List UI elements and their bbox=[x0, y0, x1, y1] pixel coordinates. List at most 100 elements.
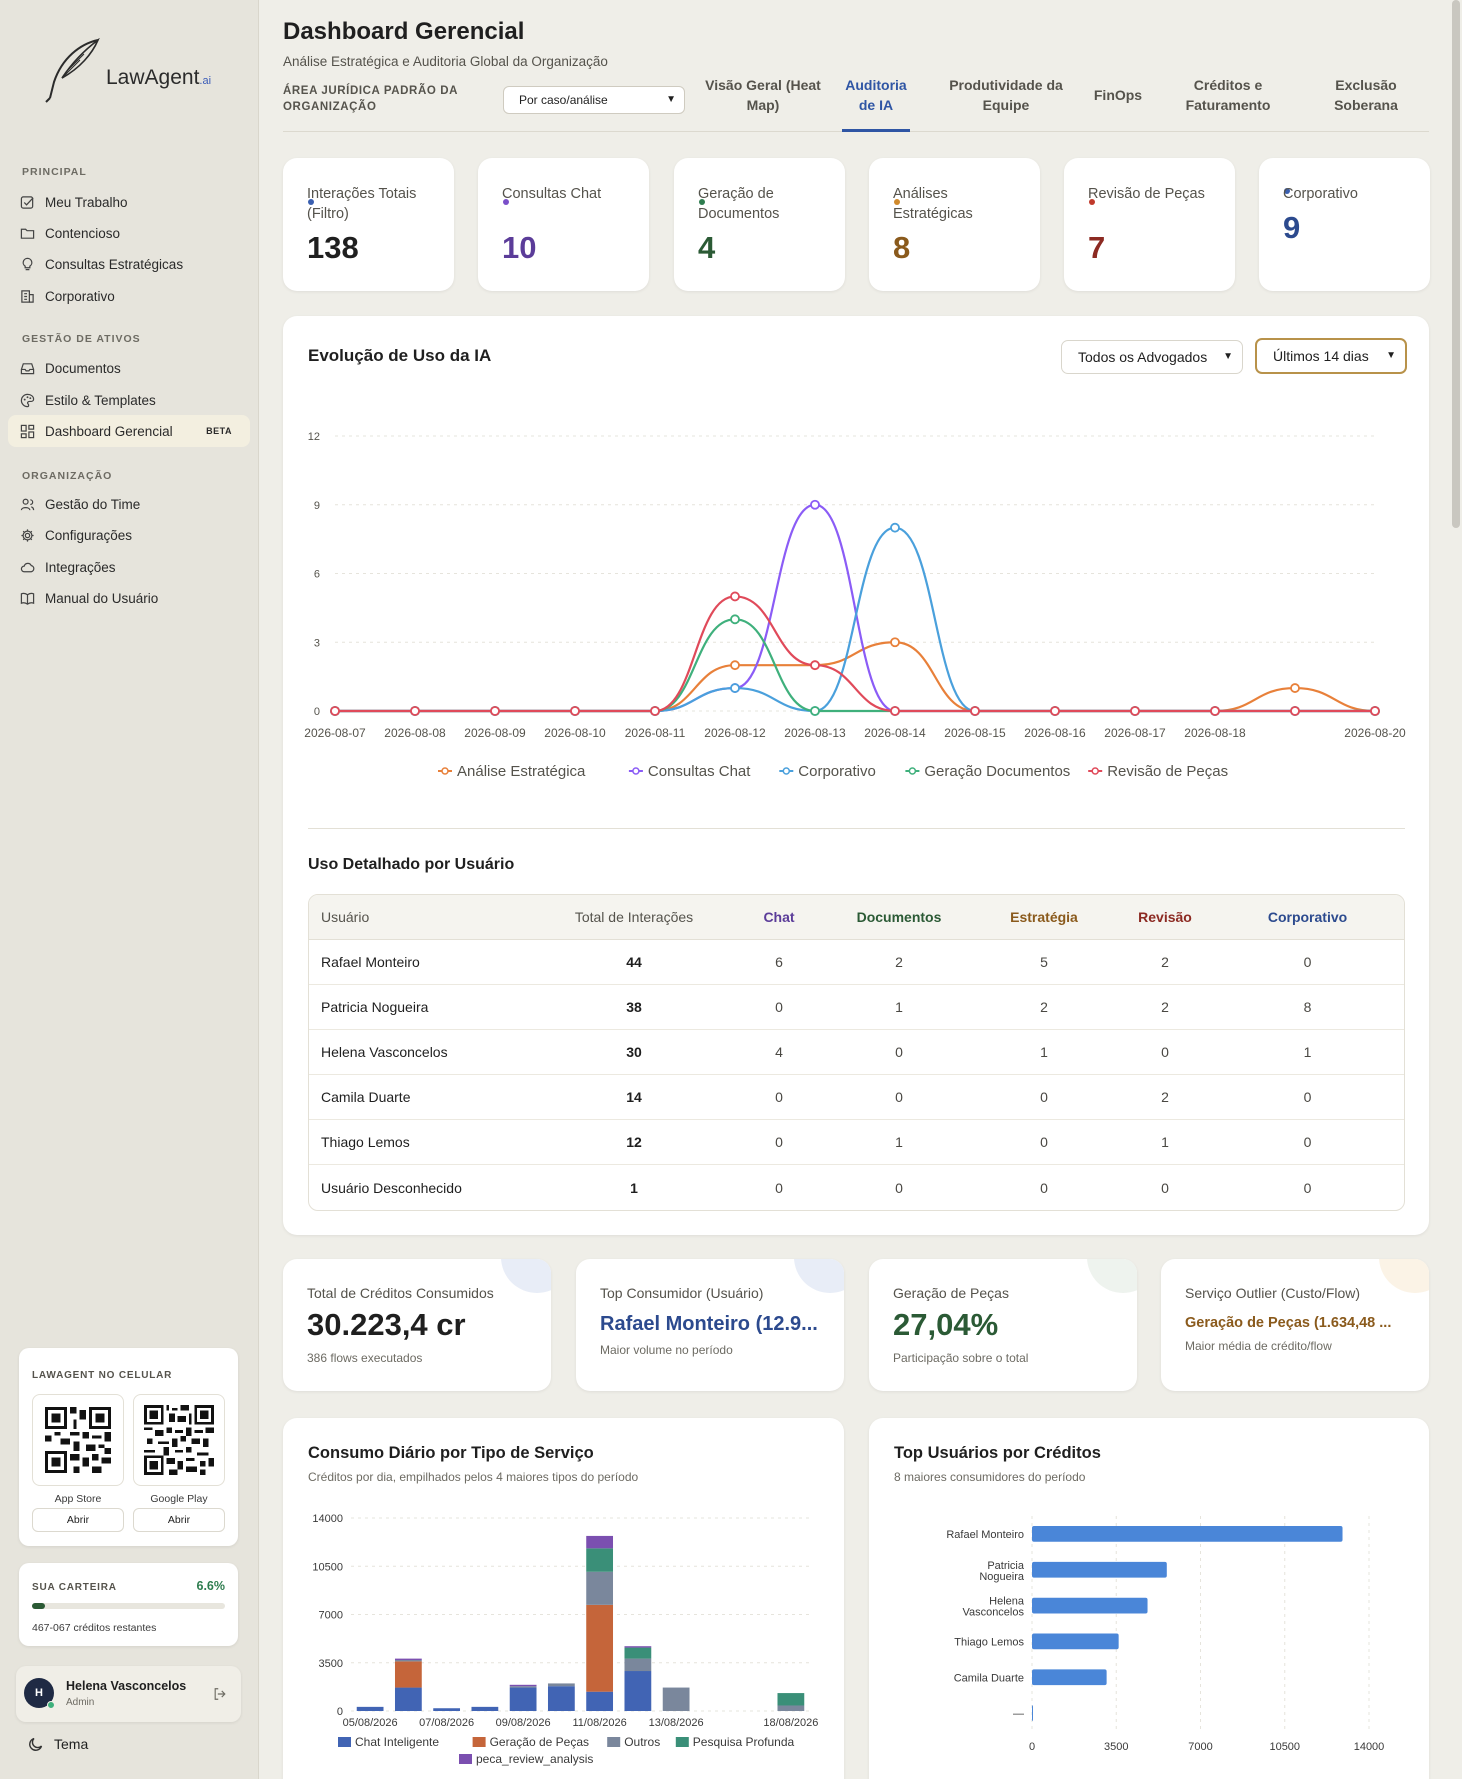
sidebar-item-label: Estilo & Templates bbox=[45, 392, 156, 408]
sidebar-item-consultas-estrategicas[interactable]: Consultas Estratégicas bbox=[8, 248, 250, 280]
data-point bbox=[1050, 706, 1060, 716]
column-header[interactable]: Documentos bbox=[829, 895, 969, 940]
bar-segment bbox=[777, 1693, 805, 1706]
sidebar-item-label: Corporativo bbox=[45, 288, 115, 304]
sidebar-item-label: Consultas Estratégicas bbox=[45, 256, 184, 272]
x-tick-label: 2026-08-10 bbox=[544, 726, 606, 740]
table-cell: 1 bbox=[829, 1120, 969, 1165]
column-header[interactable]: Chat bbox=[729, 895, 829, 940]
stat-sub: Maior volume no período bbox=[600, 1343, 733, 1357]
user-name-cell: Patricia Nogueira bbox=[309, 985, 539, 1030]
lawyer-filter-select[interactable]: Todos os Advogados ▼ bbox=[1061, 340, 1243, 374]
x-tick-label: 2026-08-17 bbox=[1104, 726, 1166, 740]
sidebar-item-label: Documentos bbox=[45, 360, 121, 376]
bar bbox=[1032, 1597, 1148, 1614]
table-row[interactable]: Thiago Lemos 12 0 1 0 1 0 bbox=[309, 1120, 1404, 1165]
book-icon bbox=[20, 592, 35, 605]
area-label: ÁREA JURÍDICA PADRÃO DA ORGANIZAÇÃO bbox=[283, 85, 458, 113]
table-cell: 12 bbox=[539, 1120, 729, 1165]
sidebar-item-meu-trabalho[interactable]: Meu Trabalho bbox=[8, 186, 250, 218]
tab-exclusao-soberana[interactable]: Exclusão Soberana bbox=[1311, 75, 1421, 115]
column-header[interactable]: Estratégia bbox=[969, 895, 1119, 940]
active-tab-indicator bbox=[842, 129, 910, 132]
kpi-card-documentos: Geração de Documentos 4 bbox=[674, 158, 845, 291]
sidebar-item-configuracoes[interactable]: Configurações bbox=[8, 519, 250, 551]
lawyer-filter-value: Todos os Advogados bbox=[1078, 349, 1208, 365]
table-cell: 0 bbox=[969, 1075, 1119, 1120]
column-header[interactable]: Revisão bbox=[1119, 895, 1211, 940]
table-cell: 38 bbox=[539, 985, 729, 1030]
logout-icon[interactable] bbox=[213, 1687, 227, 1701]
table-row[interactable]: Patricia Nogueira 38 0 1 2 2 8 bbox=[309, 985, 1404, 1030]
x-tick-label: 14000 bbox=[1354, 1741, 1385, 1753]
sidebar-item-dashboard-gerencial[interactable]: Dashboard Gerencial BETA bbox=[8, 415, 250, 447]
logo[interactable]: LawAgent.ai bbox=[40, 38, 211, 104]
wallet-percent: 6.6% bbox=[196, 1579, 226, 1593]
kpi-card-corporativo: Corporativo 9 bbox=[1259, 158, 1430, 291]
sidebar-item-label: Contencioso bbox=[45, 225, 121, 241]
bar-segment bbox=[509, 1684, 537, 1687]
table-cell: 0 bbox=[1119, 1030, 1211, 1075]
table-row[interactable]: Camila Duarte 14 0 0 0 2 0 bbox=[309, 1075, 1404, 1120]
tab-visao-geral[interactable]: Visão Geral (Heat Map) bbox=[693, 75, 833, 115]
kpi-card-chat: Consultas Chat 10 bbox=[478, 158, 649, 291]
nav-section-gestao-de-ativos: GESTÃO DE ATIVOS bbox=[22, 333, 141, 345]
column-header[interactable]: Usuário bbox=[309, 895, 539, 940]
sidebar-item-label: Integrações bbox=[45, 559, 116, 575]
stat-card-top-consumer: Top Consumidor (Usuário) Rafael Monteiro… bbox=[576, 1259, 844, 1391]
brand-name: LawAgent.ai bbox=[106, 66, 212, 89]
bar-segment bbox=[586, 1604, 614, 1692]
bar-segment bbox=[394, 1687, 422, 1711]
table-header-row: Usuário Total de Interações Chat Documen… bbox=[309, 895, 1404, 940]
tab-produtividade-da-equipe[interactable]: Produtividade da Equipe bbox=[941, 75, 1071, 115]
legend-marker-dot bbox=[908, 767, 917, 775]
area-select-value: Por caso/análise bbox=[519, 93, 608, 107]
theme-toggle[interactable]: Tema bbox=[28, 1736, 88, 1752]
table-row[interactable]: Helena Vasconcelos 30 4 0 1 0 1 bbox=[309, 1030, 1404, 1075]
sidebar-item-label: Meu Trabalho bbox=[45, 194, 128, 210]
sidebar-item-integracoes[interactable]: Integrações bbox=[8, 551, 250, 583]
open-app-store-button[interactable]: Abrir bbox=[32, 1508, 124, 1532]
table-cell: 0 bbox=[1040, 1179, 1048, 1196]
wallet-progress-fill bbox=[32, 1603, 45, 1609]
sidebar-item-manual-do-usuario[interactable]: Manual do Usuário bbox=[8, 582, 250, 614]
sidebar-item-corporativo[interactable]: Corporativo bbox=[8, 280, 250, 312]
usage-line-chart: 0 3 6 9 12 2026-08-07 2026-08-08 2026-08-09 2026… bbox=[304, 431, 1406, 780]
data-point bbox=[970, 706, 980, 716]
series-line bbox=[335, 641, 1376, 713]
open-google-play-button[interactable]: Abrir bbox=[133, 1508, 225, 1532]
gear-icon bbox=[21, 528, 34, 542]
legend-swatch bbox=[607, 1737, 621, 1747]
page-scrollbar[interactable] bbox=[1452, 0, 1460, 528]
bar-segment bbox=[624, 1658, 652, 1672]
table-cell: 0 bbox=[1211, 1120, 1404, 1165]
mobile-app-card: LAWAGENT NO CELULAR App Store Google Pla… bbox=[19, 1348, 238, 1546]
user-card[interactable]: H Helena Vasconcelos Admin bbox=[16, 1666, 241, 1722]
stat-value: 30.223,4 cr bbox=[307, 1307, 466, 1342]
app-root: LawAgent.ai PRINCIPAL Meu Trabalho Conte… bbox=[0, 0, 1462, 1779]
sidebar-item-estilo-templates[interactable]: Estilo & Templates bbox=[8, 384, 250, 416]
kpi-value: 7 bbox=[1088, 230, 1106, 265]
tab-creditos-e-faturamento[interactable]: Créditos e Faturamento bbox=[1173, 75, 1283, 115]
tab-finops[interactable]: FinOps bbox=[1088, 85, 1148, 105]
y-tick-label: 7000 bbox=[319, 1610, 343, 1622]
table-row[interactable]: Usuário Desconhecido 1 0 0 0 0 0 bbox=[309, 1165, 1404, 1210]
period-filter-select[interactable]: Últimos 14 dias ▼ bbox=[1255, 338, 1407, 374]
legend-label: Chat Inteligente bbox=[355, 1735, 439, 1749]
column-header[interactable]: Corporativo bbox=[1211, 895, 1404, 940]
tab-auditoria-de-ia[interactable]: Auditoria de IA bbox=[839, 75, 913, 115]
quill-logo-icon bbox=[45, 38, 100, 103]
sidebar-item-gestao-do-time[interactable]: Gestão do Time bbox=[8, 488, 250, 520]
table-cell: 4 bbox=[729, 1030, 829, 1075]
table-cell: 0 bbox=[729, 1075, 829, 1120]
top-users-credits-card: Top Usuários por Créditos 8 maiores cons… bbox=[869, 1418, 1429, 1779]
kpi-value: 4 bbox=[698, 230, 716, 265]
sidebar-item-documentos[interactable]: Documentos bbox=[8, 352, 250, 384]
column-header[interactable]: Total de Interações bbox=[539, 895, 729, 940]
table-cell: 0 bbox=[729, 985, 829, 1030]
legend-label: Pesquisa Profunda bbox=[693, 1735, 795, 1749]
stat-value: 27,04% bbox=[893, 1307, 999, 1342]
sidebar-item-contencioso[interactable]: Contencioso bbox=[8, 217, 250, 249]
table-row[interactable]: Rafael Monteiro 44 6 2 5 2 0 bbox=[309, 940, 1404, 985]
area-select[interactable]: Por caso/análise ▼ bbox=[503, 86, 685, 114]
